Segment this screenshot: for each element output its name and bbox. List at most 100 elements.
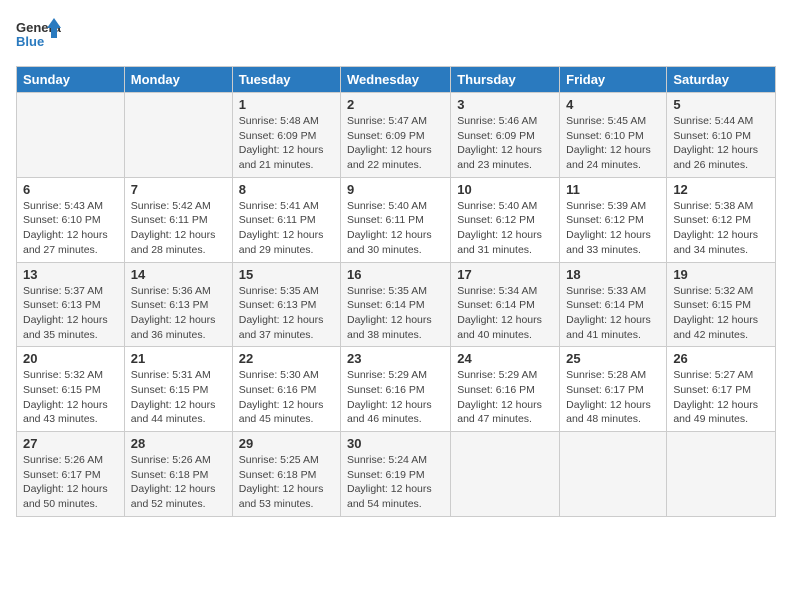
day-info: Sunrise: 5:46 AM Sunset: 6:09 PM Dayligh… — [457, 114, 553, 173]
calendar-cell: 26 Sunrise: 5:27 AM Sunset: 6:17 PM Dayli… — [667, 347, 776, 432]
weekday-header-saturday: Saturday — [667, 67, 776, 93]
calendar-cell: 16 Sunrise: 5:35 AM Sunset: 6:14 PM Dayli… — [341, 262, 451, 347]
day-number: 14 — [131, 267, 226, 282]
calendar-cell: 24 Sunrise: 5:29 AM Sunset: 6:16 PM Dayli… — [451, 347, 560, 432]
day-number: 16 — [347, 267, 444, 282]
calendar-cell: 23 Sunrise: 5:29 AM Sunset: 6:16 PM Dayli… — [341, 347, 451, 432]
day-number: 10 — [457, 182, 553, 197]
day-number: 6 — [23, 182, 118, 197]
day-info: Sunrise: 5:29 AM Sunset: 6:16 PM Dayligh… — [347, 368, 444, 427]
calendar-cell: 6 Sunrise: 5:43 AM Sunset: 6:10 PM Daylig… — [17, 177, 125, 262]
day-info: Sunrise: 5:34 AM Sunset: 6:14 PM Dayligh… — [457, 284, 553, 343]
calendar-cell — [451, 432, 560, 517]
calendar-cell: 4 Sunrise: 5:45 AM Sunset: 6:10 PM Daylig… — [560, 93, 667, 178]
day-info: Sunrise: 5:30 AM Sunset: 6:16 PM Dayligh… — [239, 368, 334, 427]
day-info: Sunrise: 5:32 AM Sunset: 6:15 PM Dayligh… — [23, 368, 118, 427]
day-number: 28 — [131, 436, 226, 451]
calendar-cell — [17, 93, 125, 178]
calendar-cell: 9 Sunrise: 5:40 AM Sunset: 6:11 PM Daylig… — [341, 177, 451, 262]
day-info: Sunrise: 5:48 AM Sunset: 6:09 PM Dayligh… — [239, 114, 334, 173]
day-number: 29 — [239, 436, 334, 451]
calendar-cell: 29Sunrise: 5:25 AM Sunset: 6:18 PM Dayli… — [232, 432, 340, 517]
calendar-cell: 3Sunrise: 5:46 AM Sunset: 6:09 PM Daylig… — [451, 93, 560, 178]
week-row-4: 20Sunrise: 5:32 AM Sunset: 6:15 PM Dayli… — [17, 347, 776, 432]
day-info: Sunrise: 5:32 AM Sunset: 6:15 PM Dayligh… — [673, 284, 769, 343]
calendar-cell: 5 Sunrise: 5:44 AM Sunset: 6:10 PM Daylig… — [667, 93, 776, 178]
calendar-cell: 17 Sunrise: 5:34 AM Sunset: 6:14 PM Dayli… — [451, 262, 560, 347]
logo-svg: General Blue — [16, 16, 61, 56]
day-number: 17 — [457, 267, 553, 282]
page-header: General Blue — [16, 16, 776, 56]
weekday-header-tuesday: Tuesday — [232, 67, 340, 93]
calendar-cell: 22 Sunrise: 5:30 AM Sunset: 6:16 PM Dayli… — [232, 347, 340, 432]
day-number: 9 — [347, 182, 444, 197]
calendar-cell: 30 Sunrise: 5:24 AM Sunset: 6:19 PM Dayli… — [341, 432, 451, 517]
day-number: 26 — [673, 351, 769, 366]
week-row-3: 13 Sunrise: 5:37 AM Sunset: 6:13 PM Dayli… — [17, 262, 776, 347]
weekday-header-thursday: Thursday — [451, 67, 560, 93]
day-number: 4 — [566, 97, 660, 112]
day-number: 5 — [673, 97, 769, 112]
day-number: 12 — [673, 182, 769, 197]
week-row-1: 1 Sunrise: 5:48 AM Sunset: 6:09 PM Daylig… — [17, 93, 776, 178]
day-number: 18 — [566, 267, 660, 282]
calendar-table: SundayMondayTuesdayWednesdayThursdayFrid… — [16, 66, 776, 517]
day-info: Sunrise: 5:27 AM Sunset: 6:17 PM Dayligh… — [673, 368, 769, 427]
calendar-cell: 7 Sunrise: 5:42 AM Sunset: 6:11 PM Daylig… — [124, 177, 232, 262]
weekday-header-row: SundayMondayTuesdayWednesdayThursdayFrid… — [17, 67, 776, 93]
calendar-cell: 21 Sunrise: 5:31 AM Sunset: 6:15 PM Dayli… — [124, 347, 232, 432]
day-number: 13 — [23, 267, 118, 282]
day-info: Sunrise: 5:43 AM Sunset: 6:10 PM Dayligh… — [23, 199, 118, 258]
svg-text:Blue: Blue — [16, 34, 44, 49]
day-number: 7 — [131, 182, 226, 197]
day-number: 22 — [239, 351, 334, 366]
weekday-header-friday: Friday — [560, 67, 667, 93]
day-info: Sunrise: 5:37 AM Sunset: 6:13 PM Dayligh… — [23, 284, 118, 343]
calendar-cell: 27Sunrise: 5:26 AM Sunset: 6:17 PM Dayli… — [17, 432, 125, 517]
day-info: Sunrise: 5:40 AM Sunset: 6:11 PM Dayligh… — [347, 199, 444, 258]
day-number: 11 — [566, 182, 660, 197]
week-row-5: 27Sunrise: 5:26 AM Sunset: 6:17 PM Dayli… — [17, 432, 776, 517]
calendar-cell: 11 Sunrise: 5:39 AM Sunset: 6:12 PM Dayli… — [560, 177, 667, 262]
day-info: Sunrise: 5:28 AM Sunset: 6:17 PM Dayligh… — [566, 368, 660, 427]
day-number: 19 — [673, 267, 769, 282]
calendar-cell: 14 Sunrise: 5:36 AM Sunset: 6:13 PM Dayli… — [124, 262, 232, 347]
day-number: 15 — [239, 267, 334, 282]
calendar-cell — [667, 432, 776, 517]
day-info: Sunrise: 5:41 AM Sunset: 6:11 PM Dayligh… — [239, 199, 334, 258]
day-info: Sunrise: 5:40 AM Sunset: 6:12 PM Dayligh… — [457, 199, 553, 258]
day-number: 1 — [239, 97, 334, 112]
day-info: Sunrise: 5:35 AM Sunset: 6:14 PM Dayligh… — [347, 284, 444, 343]
day-info: Sunrise: 5:33 AM Sunset: 6:14 PM Dayligh… — [566, 284, 660, 343]
weekday-header-sunday: Sunday — [17, 67, 125, 93]
logo: General Blue — [16, 16, 61, 56]
weekday-header-monday: Monday — [124, 67, 232, 93]
day-info: Sunrise: 5:24 AM Sunset: 6:19 PM Dayligh… — [347, 453, 444, 512]
day-info: Sunrise: 5:31 AM Sunset: 6:15 PM Dayligh… — [131, 368, 226, 427]
calendar-cell: 18 Sunrise: 5:33 AM Sunset: 6:14 PM Dayli… — [560, 262, 667, 347]
calendar-cell: 15 Sunrise: 5:35 AM Sunset: 6:13 PM Dayli… — [232, 262, 340, 347]
calendar-cell: 20Sunrise: 5:32 AM Sunset: 6:15 PM Dayli… — [17, 347, 125, 432]
day-number: 30 — [347, 436, 444, 451]
day-info: Sunrise: 5:36 AM Sunset: 6:13 PM Dayligh… — [131, 284, 226, 343]
calendar-cell: 12Sunrise: 5:38 AM Sunset: 6:12 PM Dayli… — [667, 177, 776, 262]
day-number: 23 — [347, 351, 444, 366]
calendar-cell: 8 Sunrise: 5:41 AM Sunset: 6:11 PM Daylig… — [232, 177, 340, 262]
calendar-cell: 28Sunrise: 5:26 AM Sunset: 6:18 PM Dayli… — [124, 432, 232, 517]
day-number: 8 — [239, 182, 334, 197]
day-info: Sunrise: 5:29 AM Sunset: 6:16 PM Dayligh… — [457, 368, 553, 427]
calendar-cell: 25Sunrise: 5:28 AM Sunset: 6:17 PM Dayli… — [560, 347, 667, 432]
day-info: Sunrise: 5:26 AM Sunset: 6:17 PM Dayligh… — [23, 453, 118, 512]
day-number: 21 — [131, 351, 226, 366]
calendar-cell: 10 Sunrise: 5:40 AM Sunset: 6:12 PM Dayli… — [451, 177, 560, 262]
day-info: Sunrise: 5:44 AM Sunset: 6:10 PM Dayligh… — [673, 114, 769, 173]
day-info: Sunrise: 5:47 AM Sunset: 6:09 PM Dayligh… — [347, 114, 444, 173]
calendar-cell — [124, 93, 232, 178]
day-number: 2 — [347, 97, 444, 112]
day-info: Sunrise: 5:35 AM Sunset: 6:13 PM Dayligh… — [239, 284, 334, 343]
day-info: Sunrise: 5:45 AM Sunset: 6:10 PM Dayligh… — [566, 114, 660, 173]
day-info: Sunrise: 5:39 AM Sunset: 6:12 PM Dayligh… — [566, 199, 660, 258]
day-info: Sunrise: 5:42 AM Sunset: 6:11 PM Dayligh… — [131, 199, 226, 258]
weekday-header-wednesday: Wednesday — [341, 67, 451, 93]
day-number: 24 — [457, 351, 553, 366]
